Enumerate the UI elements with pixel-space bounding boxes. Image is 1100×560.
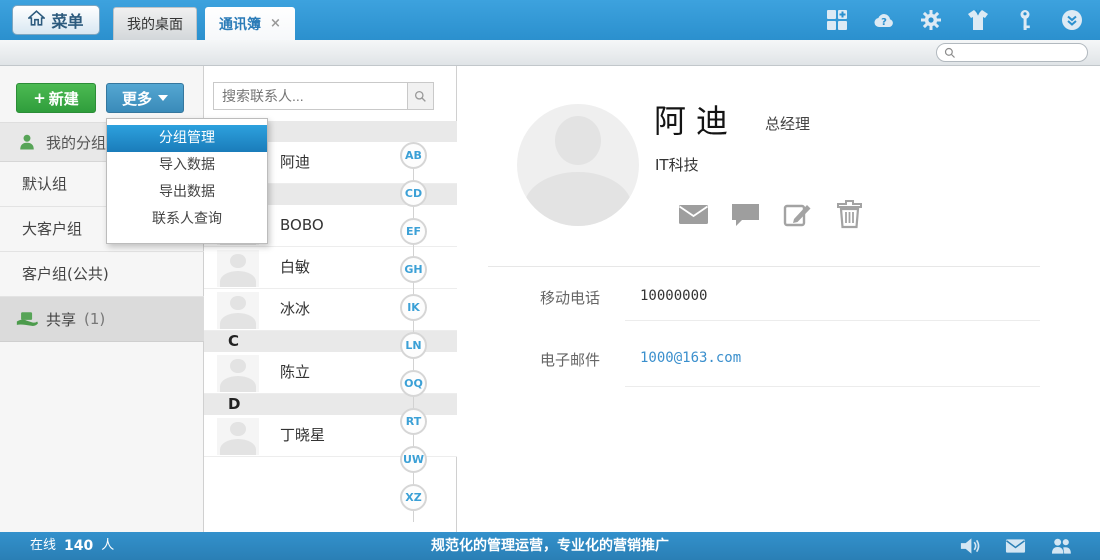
contact-name: BOBO bbox=[280, 205, 324, 246]
slogan-text: 规范化的管理运营，专业化的营销推广 bbox=[0, 532, 1100, 560]
contacts-icon[interactable] bbox=[1051, 536, 1072, 556]
alphabet-bubble[interactable]: XZ bbox=[400, 484, 427, 511]
edit-icon[interactable] bbox=[782, 199, 813, 229]
mail-icon[interactable] bbox=[1005, 536, 1026, 556]
status-bar-icon-group bbox=[959, 536, 1072, 556]
close-icon[interactable]: × bbox=[270, 16, 281, 31]
contact-name: 阿迪 bbox=[280, 142, 310, 183]
contact-search bbox=[213, 82, 434, 110]
message-icon[interactable] bbox=[730, 199, 761, 229]
mobile-phone-value: 10000000 bbox=[640, 288, 707, 304]
divider bbox=[488, 266, 1040, 267]
shared-count-badge: (1) bbox=[84, 310, 105, 328]
global-search bbox=[936, 43, 1088, 62]
alphabet-bubble[interactable]: RT bbox=[400, 408, 427, 435]
avatar bbox=[217, 418, 259, 455]
menu-button[interactable]: 菜单 bbox=[12, 5, 100, 35]
tab-label: 通讯簿 bbox=[219, 14, 261, 34]
collapse-chevrons-icon[interactable] bbox=[1060, 8, 1084, 32]
divider bbox=[625, 386, 1040, 387]
caret-down-icon bbox=[158, 95, 168, 101]
menu-label: 菜单 bbox=[51, 8, 83, 32]
menu-item-contact-query[interactable]: 联系人查询 bbox=[107, 206, 267, 233]
field-label: 电子邮件 bbox=[540, 349, 600, 370]
contact-detail-name: 阿迪 bbox=[654, 96, 738, 142]
contact-job-title: 总经理 bbox=[765, 113, 810, 134]
add-app-icon[interactable] bbox=[825, 8, 849, 32]
more-dropdown-menu: 分组管理 导入数据 导出数据 联系人查询 bbox=[106, 118, 268, 244]
alphabet-bubble[interactable]: EF bbox=[400, 218, 427, 245]
help-cloud-icon[interactable]: ? bbox=[872, 8, 896, 32]
contact-actions bbox=[678, 199, 865, 229]
alphabet-bubble[interactable]: AB bbox=[400, 142, 427, 169]
alphabet-bubble[interactable]: OQ bbox=[400, 370, 427, 397]
menu-item-export-data[interactable]: 导出数据 bbox=[107, 179, 267, 206]
delete-icon[interactable] bbox=[834, 199, 865, 229]
field-label: 移动电话 bbox=[540, 287, 600, 308]
sidebar-item-label: 我的分组 bbox=[46, 132, 106, 153]
contact-avatar bbox=[517, 104, 639, 226]
status-bar: 在线 140 人 规范化的管理运营，专业化的营销推广 bbox=[0, 532, 1100, 560]
contact-name: 冰冰 bbox=[280, 289, 310, 330]
new-button-label: 新建 bbox=[49, 88, 79, 109]
avatar bbox=[217, 292, 259, 329]
tab-my-desktop[interactable]: 我的桌面 bbox=[113, 7, 197, 40]
settings-gear-icon[interactable] bbox=[919, 8, 943, 32]
search-icon bbox=[944, 47, 956, 59]
contact-search-input[interactable] bbox=[214, 83, 407, 109]
sidebar-item-label: 共享 bbox=[46, 309, 76, 330]
email-icon[interactable] bbox=[678, 199, 709, 229]
menu-item-import-data[interactable]: 导入数据 bbox=[107, 152, 267, 179]
contact-name: 丁晓星 bbox=[280, 415, 325, 456]
plus-icon: + bbox=[33, 89, 46, 107]
sidebar-item-shared[interactable]: 共享 (1) bbox=[0, 297, 204, 342]
key-icon[interactable] bbox=[1013, 8, 1037, 32]
global-search-input[interactable] bbox=[960, 45, 1087, 60]
avatar bbox=[217, 355, 259, 392]
tab-address-book[interactable]: 通讯簿 × bbox=[205, 7, 295, 40]
email-link[interactable]: 1000@163.com bbox=[640, 350, 741, 366]
share-icon bbox=[16, 310, 38, 328]
sound-icon[interactable] bbox=[959, 536, 980, 556]
theme-shirt-icon[interactable] bbox=[966, 8, 990, 32]
divider bbox=[625, 320, 1040, 321]
menu-item-group-management[interactable]: 分组管理 bbox=[107, 125, 267, 152]
alphabet-bubble[interactable]: GH bbox=[400, 256, 427, 283]
top-bar-icon-group: ? bbox=[825, 8, 1084, 32]
more-button[interactable]: 更多 bbox=[106, 83, 184, 113]
contact-detail-panel: 阿迪 总经理 IT科技 移动电话 10000000 电子邮件 1000@163.… bbox=[457, 66, 1100, 532]
contact-name: 白敏 bbox=[280, 247, 310, 288]
tab-label: 我的桌面 bbox=[127, 14, 183, 34]
alphabet-bubble[interactable]: CD bbox=[400, 180, 427, 207]
home-icon bbox=[28, 10, 45, 30]
contact-company: IT科技 bbox=[655, 154, 699, 175]
sidebar-item-customer-group-public[interactable]: 客户组(公共) bbox=[0, 252, 204, 297]
alphabet-bubble[interactable]: UW bbox=[400, 446, 427, 473]
person-icon bbox=[18, 133, 36, 151]
svg-text:?: ? bbox=[881, 17, 887, 28]
top-bar: 菜单 我的桌面 通讯簿 × ? bbox=[0, 0, 1100, 40]
secondary-toolbar bbox=[0, 40, 1100, 66]
new-contact-button[interactable]: + 新建 bbox=[16, 83, 96, 113]
contact-name: 陈立 bbox=[280, 352, 310, 393]
search-icon bbox=[414, 90, 427, 103]
alphabet-bubble[interactable]: LN bbox=[400, 332, 427, 359]
more-button-label: 更多 bbox=[122, 88, 152, 109]
avatar bbox=[217, 250, 259, 287]
alphabet-bubble[interactable]: IK bbox=[400, 294, 427, 321]
contact-search-button[interactable] bbox=[407, 83, 433, 109]
